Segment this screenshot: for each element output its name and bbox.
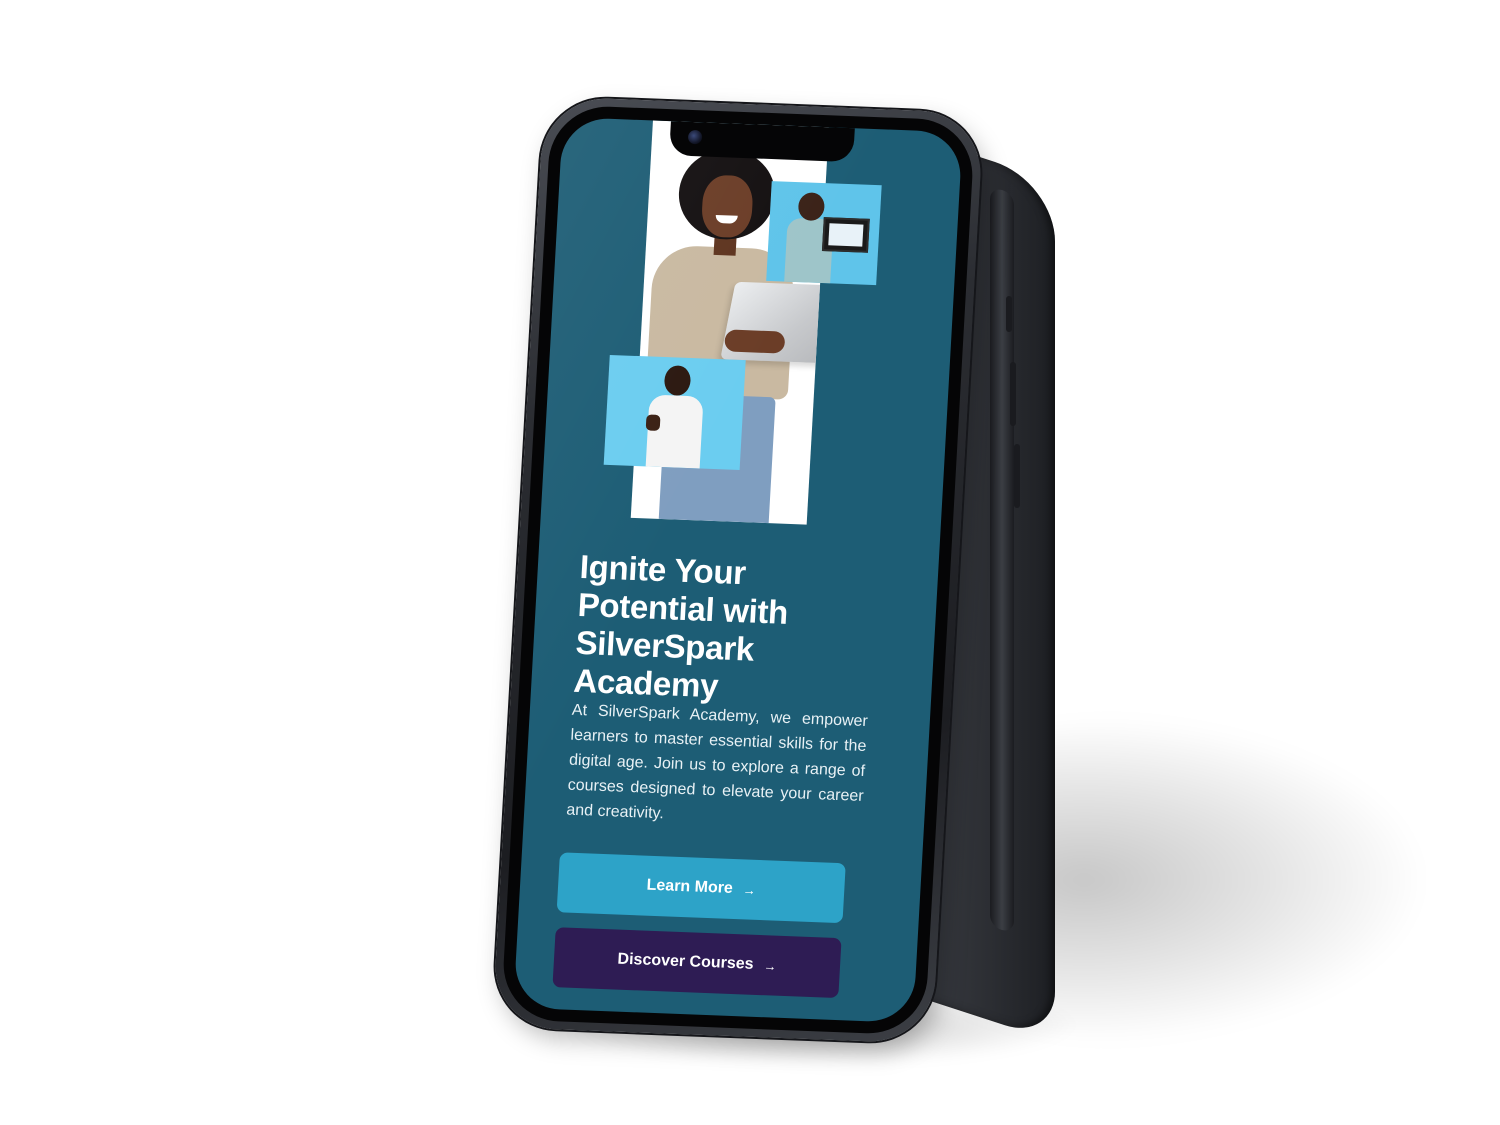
hero-description: At SilverSpark Academy, we empower learn…: [565, 701, 869, 823]
side-button-upper: [1006, 296, 1012, 332]
side-button-volume-down: [1014, 444, 1020, 508]
front-camera-icon: [687, 129, 703, 145]
phone-screen: Ignite Your Potential with SilverSpark A…: [513, 117, 963, 1023]
phone-device: Ignite Your Potential with SilverSpark A…: [492, 96, 984, 1044]
mockup-stage: Ignite Your Potential with SilverSpark A…: [0, 0, 1500, 1125]
discover-courses-label: Discover Courses: [617, 950, 755, 973]
excited-man-image: [603, 354, 746, 471]
arrow-right-icon: →: [763, 957, 777, 974]
discover-courses-button[interactable]: Discover Courses →: [552, 927, 842, 999]
arrow-right-icon: →: [742, 881, 757, 898]
notch: [669, 121, 855, 163]
learn-more-label: Learn More: [646, 876, 734, 897]
woman-with-monitor-image: [766, 181, 882, 286]
side-button-volume-up: [1010, 362, 1016, 426]
learn-more-button[interactable]: Learn More →: [556, 852, 846, 924]
hero-image-collage: [603, 119, 882, 525]
hero-title: Ignite Your Potential with SilverSpark A…: [572, 547, 790, 705]
